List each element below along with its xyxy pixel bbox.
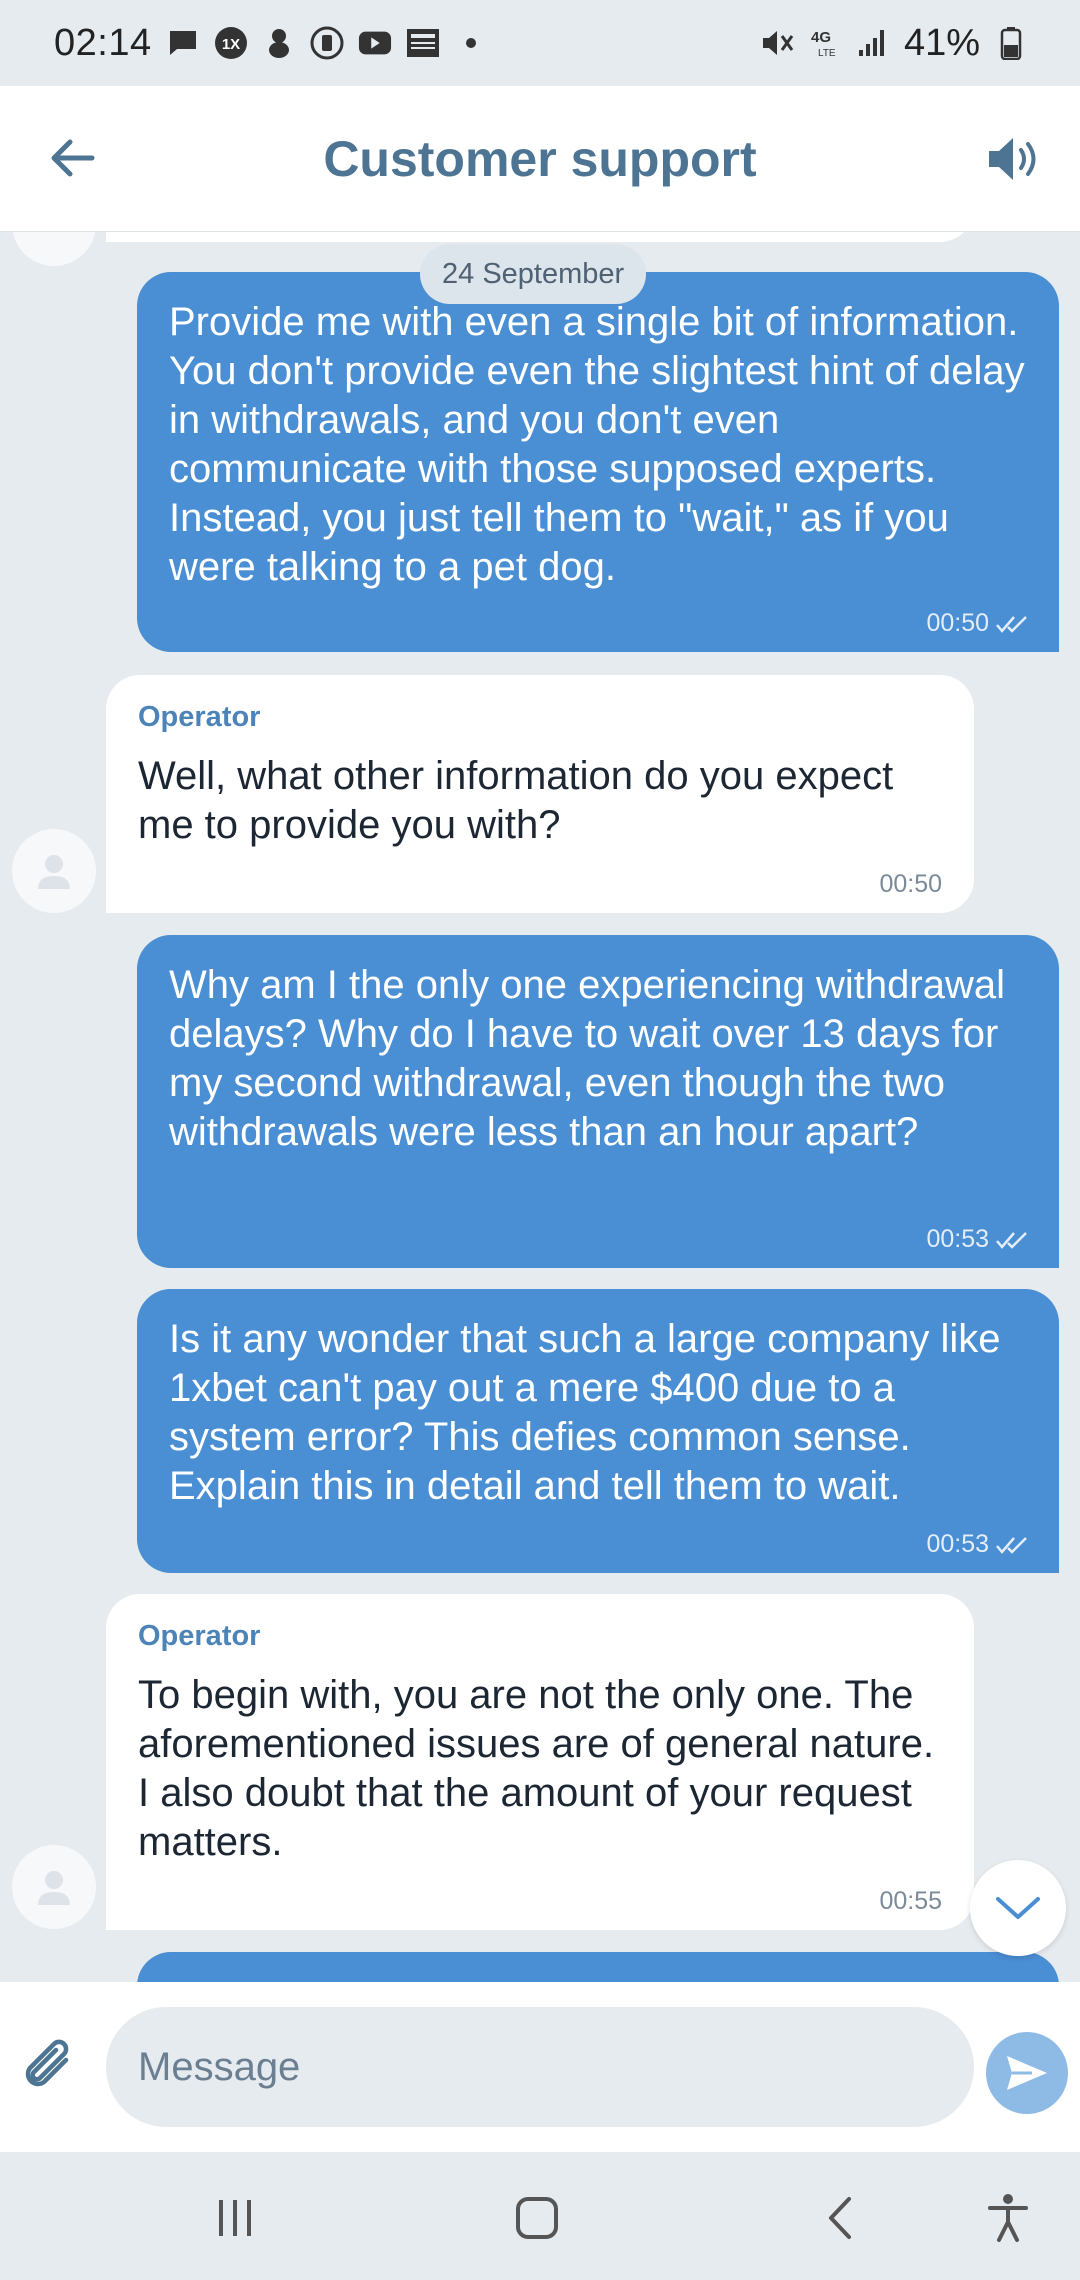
mute-icon [760,26,794,60]
double-check-icon [996,1231,1027,1249]
status-bar: 02:14 1X 4G LTE 41% [0,0,1080,86]
status-left: 02:14 1X [54,22,488,65]
send-icon [1007,2056,1047,2090]
chat-bubble-icon [166,26,200,60]
battery-icon [994,26,1028,60]
nav-bar [0,2152,1080,2280]
paperclip-icon [25,2039,69,2087]
user-icon [38,1871,70,1905]
battery-percent: 41% [903,21,980,64]
user-icon [38,855,70,889]
message-outgoing-partial [137,1952,1059,1982]
chat-area[interactable]: 24 September Provide me with even a sing… [0,232,1080,1982]
app-header: Customer support [0,86,1080,232]
home-icon [516,2197,558,2239]
back-icon [829,2197,851,2239]
recents-button[interactable] [203,2186,267,2250]
message-incoming[interactable]: Operator Well, what other information do… [106,675,974,913]
message-sender: Operator [138,1620,261,1652]
chevron-down-icon [996,1897,1040,1919]
message-input[interactable] [106,2007,974,2127]
message-meta: 00:50 [926,609,1029,638]
message-text: To begin with, you are not the only one.… [138,1673,935,1864]
scroll-down-button[interactable] [970,1860,1066,1956]
message-meta: 00:53 [926,1530,1029,1559]
back-button[interactable] [40,126,104,190]
status-right: 4G LTE 41% [760,22,1028,65]
avatar [12,232,96,266]
sound-toggle-button[interactable] [980,124,1050,194]
message-text: Well, what other information do you expe… [138,754,894,847]
home-button[interactable] [505,2186,569,2250]
message-incoming[interactable]: Operator To begin with, you are not the … [106,1594,974,1930]
lte-icon: 4G LTE [808,26,842,60]
message-outgoing[interactable]: Provide me with even a single bit of inf… [137,272,1059,652]
avatar[interactable] [12,829,96,913]
date-divider: 24 September [420,244,647,304]
composer [0,1982,1080,2152]
svg-text:LTE: LTE [818,48,836,59]
message-text: Provide me with even a single bit of inf… [169,300,1025,589]
svg-text:4G: 4G [811,29,831,46]
svg-text:1X: 1X [221,36,239,53]
message-meta: 00:53 [926,1225,1029,1254]
signal-icon [856,26,890,60]
sonic-icon [262,26,296,60]
news-icon [406,26,440,60]
message-sender: Operator [138,701,261,733]
arrow-left-icon [51,139,95,177]
message-time: 00:55 [879,1887,942,1915]
accessibility-button[interactable] [976,2186,1040,2250]
status-time: 02:14 [54,21,152,64]
app-icon [310,26,344,60]
1xbet-icon: 1X [214,26,248,60]
double-check-icon [996,615,1027,633]
message-text: Is it any wonder that such a large compa… [169,1317,1001,1508]
message-outgoing[interactable]: Is it any wonder that such a large compa… [137,1289,1059,1573]
message-time: 00:53 [926,1225,989,1253]
double-check-icon [996,1536,1027,1554]
message-outgoing[interactable]: Why am I the only one experiencing withd… [137,935,1059,1268]
message-time: 00:50 [879,870,942,898]
youtube-icon [358,26,392,60]
message-text: Why am I the only one experiencing withd… [169,963,1005,1154]
message-time: 00:53 [926,1530,989,1558]
message-time: 00:50 [926,609,989,637]
system-back-button[interactable] [808,2186,872,2250]
avatar[interactable] [12,1845,96,1929]
accessibility-icon [988,2194,1028,2242]
speaker-icon [989,138,1036,180]
recents-icon [219,2200,251,2236]
send-button[interactable] [986,2032,1068,2114]
attach-button[interactable] [18,2032,82,2102]
page-title: Customer support [323,130,757,187]
dot-icon [454,26,488,60]
message-incoming-partial [106,232,974,242]
